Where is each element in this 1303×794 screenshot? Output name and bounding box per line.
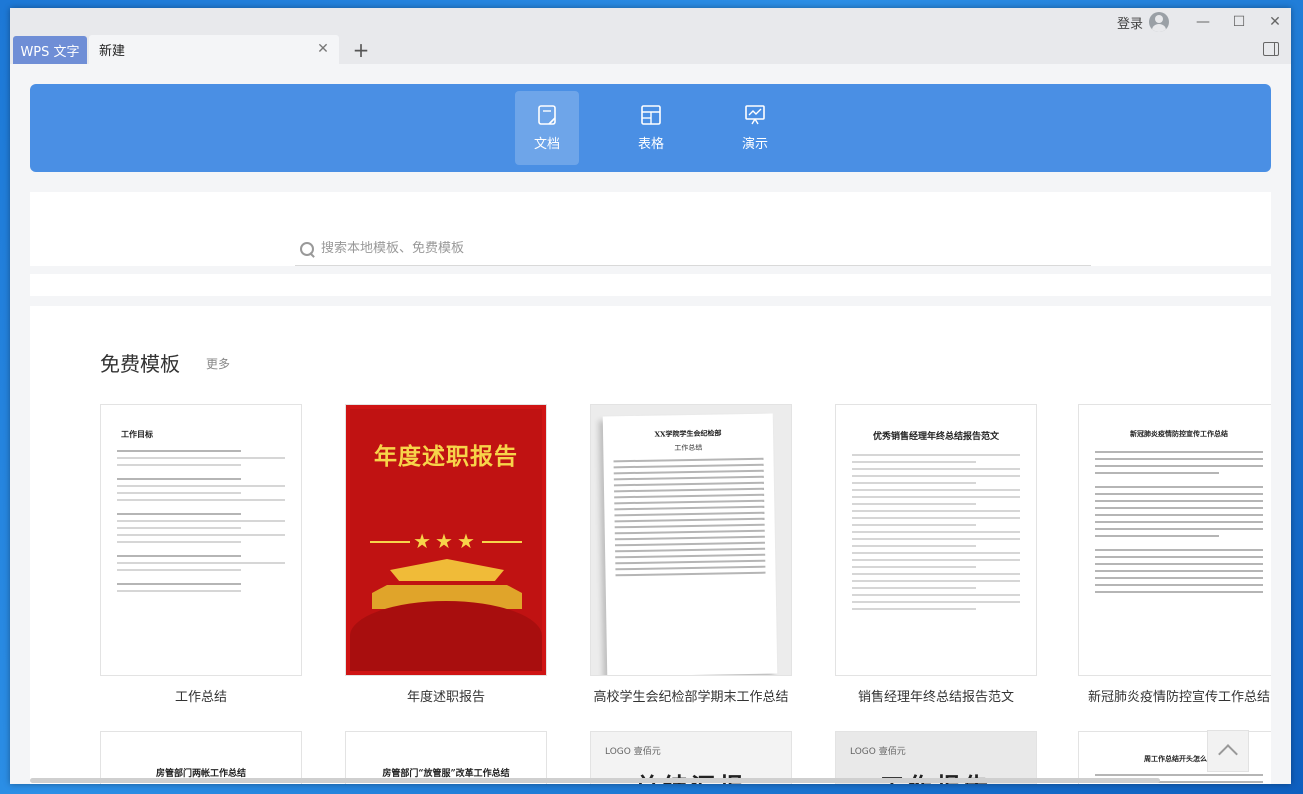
table-icon (641, 105, 661, 125)
template-card[interactable]: 优秀销售经理年终总结报告范文 销售经理年终总结报告范文 (835, 404, 1037, 705)
login-label: 登录 (1116, 16, 1143, 32)
sidebar-toggle-icon[interactable] (1263, 42, 1279, 56)
scroll-to-top-button[interactable] (1207, 730, 1249, 772)
thumb-title: 年度述职报告 (374, 444, 518, 470)
template-thumbnail[interactable]: XX学院学生会纪检部 工作总结 (590, 404, 792, 676)
template-thumbnail[interactable]: 房管部门两帐工作总结 (100, 731, 302, 784)
search-input[interactable] (321, 241, 1061, 256)
template-card[interactable]: 新冠肺炎疫情防控宣传工作总结 新冠肺炎疫情防控宣传工作总结 (1078, 404, 1271, 705)
maximize-button[interactable]: ☐ (1223, 8, 1255, 36)
minimize-button[interactable]: — (1187, 8, 1219, 36)
document-type-bar: 文档 表格 演示 (30, 84, 1271, 172)
thumb-title: 新冠肺炎疫情防控宣传工作总结 (1130, 429, 1228, 438)
template-caption: 新冠肺炎疫情防控宣传工作总结 (1087, 690, 1270, 705)
template-card[interactable]: 年度述职报告 ★★★ 年度述职报告 (345, 404, 547, 705)
template-thumbnail[interactable]: 新冠肺炎疫情防控宣传工作总结 (1078, 404, 1271, 676)
section-title: 免费模板 (100, 352, 180, 376)
avatar-icon (1149, 12, 1169, 32)
type-presentation-label: 演示 (741, 137, 768, 152)
window-controls: 登录 — ☐ ✕ (1117, 8, 1291, 36)
template-card[interactable]: LOGO 壹佰元 总结汇报 (590, 731, 792, 784)
template-thumbnail[interactable]: LOGO 壹佰元 工作报告 (835, 731, 1037, 784)
title-bar: 登录 — ☐ ✕ WPS 文字 新建 ✕ + (10, 8, 1291, 64)
horizontal-scrollbar[interactable] (30, 778, 1160, 783)
thumb-subtitle: 工作总结 (674, 443, 703, 453)
document-icon (538, 105, 556, 125)
template-card[interactable]: LOGO 壹佰元 工作报告 (835, 731, 1037, 784)
template-caption: 销售经理年终总结报告范文 (857, 690, 1014, 705)
type-document[interactable]: 文档 (515, 91, 579, 165)
login-button[interactable]: 登录 (1117, 12, 1169, 32)
thumb-logo: LOGO 壹佰元 (850, 747, 906, 757)
template-thumbnail[interactable]: 优秀销售经理年终总结报告范文 (835, 404, 1037, 676)
template-card[interactable]: XX学院学生会纪检部 工作总结 高校学生会纪检部学期末工作总结 (590, 404, 792, 705)
templates-panel: 免费模板 更多 工作目标 工作总结 年度述职报告 ★★★ 年度述职报告 XX学院… (30, 306, 1271, 784)
thumb-title: XX学院学生会纪检部 (654, 428, 722, 439)
template-caption: 高校学生会纪检部学期末工作总结 (593, 690, 789, 705)
type-spreadsheet[interactable]: 表格 (619, 91, 683, 165)
type-document-label: 文档 (533, 137, 560, 152)
template-card[interactable]: 工作目标 工作总结 (100, 404, 302, 705)
search-box[interactable] (295, 232, 1091, 266)
close-tab-icon[interactable]: ✕ (315, 41, 331, 57)
tab-new-label: 新建 (99, 44, 126, 59)
template-card[interactable]: 房管部门“放管服”改革工作总结 (345, 731, 547, 784)
template-caption: 工作总结 (174, 690, 227, 705)
template-thumbnail[interactable]: 年度述职报告 ★★★ (345, 404, 547, 676)
template-caption: 年度述职报告 (406, 690, 485, 705)
close-window-button[interactable]: ✕ (1259, 8, 1291, 36)
search-icon (297, 239, 317, 259)
thumb-title: 工作目标 (121, 429, 153, 439)
type-presentation[interactable]: 演示 (723, 91, 787, 165)
more-templates-link[interactable]: 更多 (206, 355, 230, 372)
thumb-logo: LOGO 壹佰元 (605, 747, 661, 757)
gate-illustration (390, 559, 504, 581)
type-spreadsheet-label: 表格 (637, 137, 664, 152)
tab-new[interactable]: 新建 ✕ (89, 35, 339, 64)
wps-window: 登录 — ☐ ✕ WPS 文字 新建 ✕ + 文档 表格 演示 搜索本地模板、免… (10, 8, 1291, 784)
tab-strip: WPS 文字 新建 ✕ + (13, 35, 377, 64)
presentation-icon (745, 105, 765, 125)
template-thumbnail[interactable]: 房管部门“放管服”改革工作总结 (345, 731, 547, 784)
template-card[interactable]: 房管部门两帐工作总结 (100, 731, 302, 784)
recent-strip (30, 274, 1271, 296)
tab-wps-writer[interactable]: WPS 文字 (13, 36, 87, 64)
template-thumbnail[interactable]: 工作目标 (100, 404, 302, 676)
search-panel (30, 192, 1271, 266)
template-thumbnail[interactable]: LOGO 壹佰元 总结汇报 (590, 731, 792, 784)
thumb-title: 优秀销售经理年终总结报告范文 (872, 432, 999, 442)
add-tab-button[interactable]: + (345, 36, 377, 64)
